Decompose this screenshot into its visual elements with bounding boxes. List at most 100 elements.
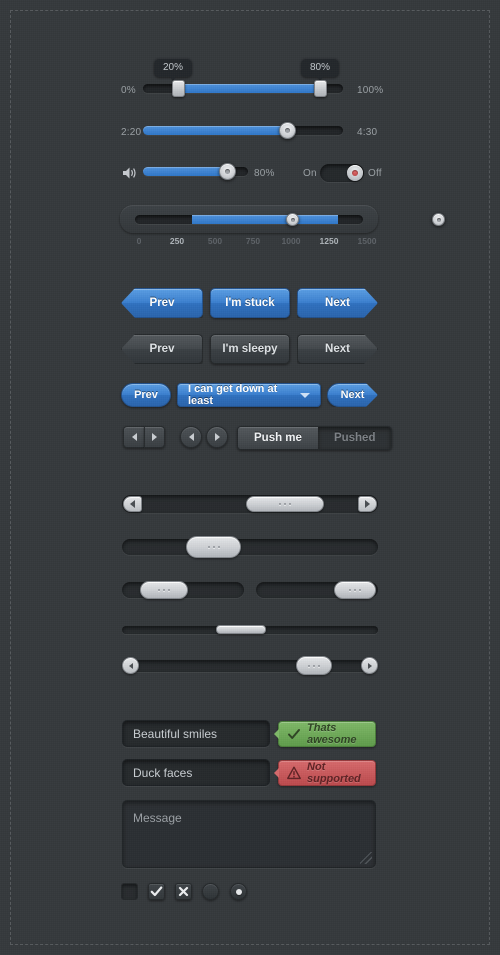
ticked-range-high-knob[interactable] xyxy=(432,213,445,226)
check-icon xyxy=(150,886,163,897)
checkbox-checked[interactable] xyxy=(148,883,165,900)
segment-label: Pushed xyxy=(333,432,376,444)
low-value-bubble: 20% xyxy=(154,58,193,81)
scrollbar-left-arrow[interactable] xyxy=(122,657,139,674)
scrollbar-thumb[interactable] xyxy=(140,581,188,599)
radio-selected[interactable] xyxy=(230,883,247,900)
time-max-label: 4:30 xyxy=(357,127,378,138)
tick-label: 500 xyxy=(207,236,223,246)
resize-handle-icon[interactable] xyxy=(360,852,372,864)
tick-label: 1250 xyxy=(319,236,339,246)
grip-dot-icon xyxy=(349,589,351,591)
round-arrow-right-button[interactable] xyxy=(206,426,228,448)
next-button-blue[interactable]: Next xyxy=(297,288,378,318)
grip-dot-icon xyxy=(313,664,315,667)
volume-fill xyxy=(143,167,227,176)
triangle-left-icon xyxy=(188,433,194,441)
scrollbar-right-arrow[interactable] xyxy=(358,496,377,512)
checkbox-crossed[interactable] xyxy=(175,883,192,900)
next-pill-button[interactable]: Next xyxy=(327,383,378,407)
time-slider-row: 2:20 4:30 xyxy=(0,122,500,144)
error-tooltip: Not supported xyxy=(274,760,376,786)
scrollbar-round-arrows xyxy=(0,656,500,676)
ticked-range-low-knob[interactable] xyxy=(286,213,299,226)
checkbox-empty[interactable] xyxy=(121,883,138,900)
short-scrollbar-row xyxy=(0,580,500,600)
arrows-segmented-row: Push me Pushed xyxy=(0,426,500,450)
pill-dropdown-row: Prev I can get down at least Next xyxy=(0,383,500,409)
grip-dot-icon xyxy=(284,503,286,505)
scrollbar-track[interactable] xyxy=(122,539,378,555)
triangle-right-icon xyxy=(367,662,372,669)
duck-faces-input[interactable]: Duck faces xyxy=(122,759,270,786)
grip-dot-icon xyxy=(308,664,310,667)
chevron-down-icon xyxy=(300,392,310,398)
scrollbar-left-arrow[interactable] xyxy=(123,496,142,512)
grip-dot-icon xyxy=(158,589,160,591)
ticked-range-tick-labels: 0 250 500 750 1000 1250 1500 xyxy=(135,236,377,250)
volume-knob[interactable] xyxy=(219,163,236,180)
round-arrow-left-button[interactable] xyxy=(180,426,202,448)
error-input-row: Duck faces Not supported xyxy=(0,759,500,787)
time-slider-knob[interactable] xyxy=(279,122,296,139)
range-min-label: 0% xyxy=(121,85,136,96)
button-label: Prev xyxy=(149,343,175,355)
grip-dot-icon xyxy=(212,546,215,548)
push-me-button[interactable]: Push me xyxy=(238,427,318,449)
scrollbar-thumb[interactable] xyxy=(186,536,241,558)
time-slider-track[interactable] xyxy=(143,126,343,135)
prev-button-blue[interactable]: Prev xyxy=(121,288,203,318)
tick-label: 250 xyxy=(169,236,185,246)
scrollbar-thumb[interactable] xyxy=(216,625,266,634)
speaker-icon xyxy=(123,167,136,179)
volume-value-label: 80% xyxy=(254,168,275,179)
gray-button-row: Prev I'm sleepy Next xyxy=(0,334,500,366)
grip-dot-icon xyxy=(318,664,320,667)
square-arrow-right-button[interactable] xyxy=(144,426,165,448)
triangle-left-icon xyxy=(128,662,133,669)
success-input-row: Beautiful smiles Thats awesome xyxy=(0,720,500,748)
button-label: Next xyxy=(325,297,350,309)
high-value-bubble: 80% xyxy=(301,58,340,81)
on-off-toggle[interactable] xyxy=(320,164,364,182)
dual-range-percent-row: 20% 80% 0% 100% xyxy=(0,58,500,103)
time-min-label: 2:20 xyxy=(121,127,142,138)
toggle-off-label: Off xyxy=(368,168,382,179)
radio-empty[interactable] xyxy=(202,883,219,900)
message-textarea[interactable]: Message xyxy=(122,800,376,868)
input-value: Duck faces xyxy=(133,765,193,780)
button-label: Next xyxy=(340,389,365,401)
im-stuck-button[interactable]: I'm stuck xyxy=(210,288,290,318)
scrollbar-thumb[interactable] xyxy=(334,581,376,599)
tick-label: 1500 xyxy=(357,236,377,246)
toggle-knob[interactable] xyxy=(347,165,363,181)
success-tooltip: Thats awesome xyxy=(274,721,376,747)
button-label: Prev xyxy=(134,389,158,401)
prev-pill-button[interactable]: Prev xyxy=(121,383,171,407)
square-arrow-left-button[interactable] xyxy=(123,426,144,448)
button-label: I'm sleepy xyxy=(222,343,278,355)
im-sleepy-button[interactable]: I'm sleepy xyxy=(210,334,290,364)
scrollbar-track[interactable] xyxy=(122,660,378,672)
beautiful-smiles-input[interactable]: Beautiful smiles xyxy=(122,720,270,747)
scrollbar-thumb[interactable] xyxy=(296,656,332,675)
ticked-range-track[interactable] xyxy=(135,215,363,224)
next-button-gray[interactable]: Next xyxy=(297,334,378,364)
scrollbar-thumb[interactable] xyxy=(246,496,324,512)
textarea-placeholder: Message xyxy=(133,811,182,825)
tick-label: 750 xyxy=(245,236,261,246)
toggle-on-label: On xyxy=(303,168,317,179)
triangle-left-icon xyxy=(130,500,135,508)
down-at-least-dropdown[interactable]: I can get down at least xyxy=(177,383,321,407)
prev-button-gray[interactable]: Prev xyxy=(121,334,203,364)
pushed-button[interactable]: Pushed xyxy=(317,427,392,449)
dual-range-low-knob[interactable] xyxy=(172,80,185,97)
dual-range-high-knob[interactable] xyxy=(314,80,327,97)
scrollbar-right-arrow[interactable] xyxy=(361,657,378,674)
grip-dot-icon xyxy=(163,589,165,591)
input-value: Beautiful smiles xyxy=(133,726,218,741)
triangle-right-icon xyxy=(214,433,220,441)
time-slider-fill xyxy=(143,126,288,135)
triangle-right-icon xyxy=(365,500,370,508)
button-label: Next xyxy=(325,343,350,355)
